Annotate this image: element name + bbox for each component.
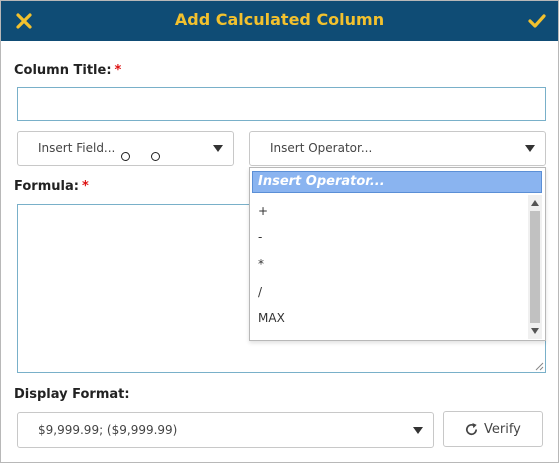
operator-option-plus[interactable]: +: [258, 204, 268, 218]
required-mark: *: [81, 179, 89, 194]
insert-operator-dropdown: Insert Operator... + - * / MAX: [249, 167, 546, 341]
operator-option-divide[interactable]: /: [258, 285, 262, 299]
formula-label: Formula: *: [14, 179, 89, 194]
dialog-title: Add Calculated Column: [174, 10, 385, 29]
operator-option-multiply[interactable]: *: [258, 257, 264, 271]
insert-operator-selected: Insert Operator...: [270, 141, 373, 155]
column-title-label-text: Column Title:: [14, 63, 112, 78]
display-format-label: Display Format:: [14, 387, 130, 402]
display-format-select[interactable]: $9,999.99; ($9,999.99): [17, 412, 434, 448]
insert-operator-select[interactable]: Insert Operator...: [249, 131, 546, 166]
verify-label: Verify: [484, 422, 521, 437]
scroll-down-icon[interactable]: [531, 328, 539, 334]
scrollbar-thumb[interactable]: [530, 211, 540, 323]
dialog-header: Add Calculated Column: [1, 1, 558, 41]
chevron-down-icon: [213, 145, 223, 152]
dropdown-scrollbar[interactable]: [528, 195, 542, 339]
refresh-icon: [466, 422, 478, 436]
insert-field-selected: Insert Field...: [38, 141, 116, 155]
operator-option-minus[interactable]: -: [258, 230, 262, 244]
operator-option-max[interactable]: MAX: [258, 311, 285, 325]
checkmark-icon[interactable]: [527, 11, 547, 31]
chevron-down-icon: [525, 145, 535, 152]
resize-handle-icon[interactable]: [534, 361, 544, 371]
operator-option-placeholder[interactable]: Insert Operator...: [252, 171, 542, 193]
formula-label-text: Formula:: [14, 179, 79, 194]
chevron-down-icon: [413, 427, 423, 434]
column-title-input[interactable]: [17, 87, 546, 121]
cursor-ring-icon: [121, 152, 130, 161]
cursor-ring-icon: [151, 152, 160, 161]
display-format-selected: $9,999.99; ($9,999.99): [38, 423, 178, 437]
verify-button[interactable]: Verify: [443, 411, 543, 447]
required-mark: *: [114, 63, 122, 78]
scroll-up-icon[interactable]: [531, 200, 539, 206]
column-title-label: Column Title: *: [14, 63, 121, 78]
add-calculated-column-dialog: Add Calculated Column Column Title: * Ins…: [0, 0, 559, 463]
